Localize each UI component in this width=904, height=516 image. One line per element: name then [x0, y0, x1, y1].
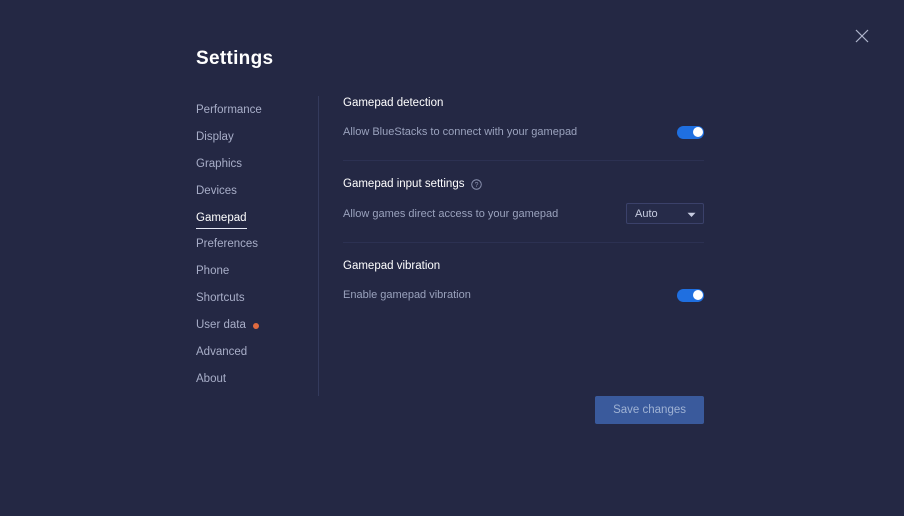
toggle-knob [692, 127, 703, 137]
sidebar-item-user-data[interactable]: User data [196, 315, 259, 337]
section-title-text: Gamepad input settings [343, 178, 465, 190]
sidebar-item-label: Shortcuts [196, 292, 245, 304]
sidebar-item-display[interactable]: Display [196, 127, 234, 149]
settings-section: Gamepad input settings? Allow games direc… [343, 160, 704, 242]
svg-text:?: ? [475, 182, 479, 189]
section-title: Gamepad input settings? [343, 178, 704, 190]
settings-sidebar: Performance Display Graphics Devices Gamepad… [196, 96, 318, 396]
sidebar-item-label: Display [196, 131, 234, 143]
dialog-footer: Save changes [196, 396, 704, 424]
settings-dialog: Settings Performance Display Graphics Devic… [196, 48, 704, 396]
save-changes-button[interactable]: Save changes [595, 396, 704, 424]
select-value: Auto [635, 207, 658, 220]
sidebar-item-devices[interactable]: Devices [196, 181, 237, 203]
section-title: Gamepad detection [343, 97, 704, 109]
setting-row: Enable gamepad vibration [343, 285, 704, 305]
toggle-switch[interactable] [677, 288, 704, 302]
sidebar-item-phone[interactable]: Phone [196, 261, 229, 283]
settings-section: Gamepad vibration Enable gamepad vibratio… [343, 242, 704, 323]
sidebar-item-label: Preferences [196, 238, 259, 250]
section-title: Gamepad vibration [343, 260, 704, 272]
sidebar-item-about[interactable]: About [196, 369, 226, 391]
sidebar-item-gamepad[interactable]: Gamepad [196, 208, 247, 229]
sidebar-item-label: About [196, 373, 227, 385]
help-circle-icon[interactable]: ? [471, 178, 483, 190]
sidebar-item-label: Performance [196, 104, 262, 116]
section-title-text: Gamepad vibration [343, 260, 441, 272]
sidebar-item-label: Advanced [196, 346, 248, 358]
notification-dot-icon [252, 322, 259, 329]
page-title: Settings [196, 48, 274, 69]
settings-content: Gamepad detection Allow BlueStacks to con… [343, 96, 704, 323]
toggle-knob [692, 290, 703, 300]
sidebar-item-preferences[interactable]: Preferences [196, 234, 258, 256]
chevron-down-icon [687, 205, 696, 223]
close-icon [855, 29, 869, 43]
settings-section: Gamepad detection Allow BlueStacks to con… [343, 97, 704, 160]
sidebar-item-label: Devices [196, 185, 237, 197]
toggle-switch[interactable] [677, 125, 704, 139]
setting-label: Allow BlueStacks to connect with your ga… [343, 126, 578, 138]
settings-body: Performance Display Graphics Devices Gamepad… [196, 96, 704, 396]
sidebar-item-label: Phone [196, 265, 230, 277]
setting-row: Allow BlueStacks to connect with your ga… [343, 122, 704, 142]
sidebar-item-label: Gamepad [196, 212, 247, 224]
close-button[interactable] [852, 26, 872, 46]
gamepad-access-select[interactable]: Auto [626, 203, 704, 224]
setting-label: Allow games direct access to your gamepa… [343, 207, 559, 220]
sidebar-item-graphics[interactable]: Graphics [196, 154, 242, 176]
sidebar-item-label: Graphics [196, 158, 243, 170]
section-title-text: Gamepad detection [343, 97, 444, 109]
setting-label: Enable gamepad vibration [343, 289, 471, 301]
sidebar-item-label: User data [196, 319, 246, 331]
setting-row: Allow games direct access to your gamepa… [343, 203, 704, 224]
sidebar-item-performance[interactable]: Performance [196, 100, 262, 122]
sidebar-item-advanced[interactable]: Advanced [196, 342, 247, 364]
sidebar-content-divider [318, 96, 319, 396]
sidebar-item-shortcuts[interactable]: Shortcuts [196, 288, 245, 310]
